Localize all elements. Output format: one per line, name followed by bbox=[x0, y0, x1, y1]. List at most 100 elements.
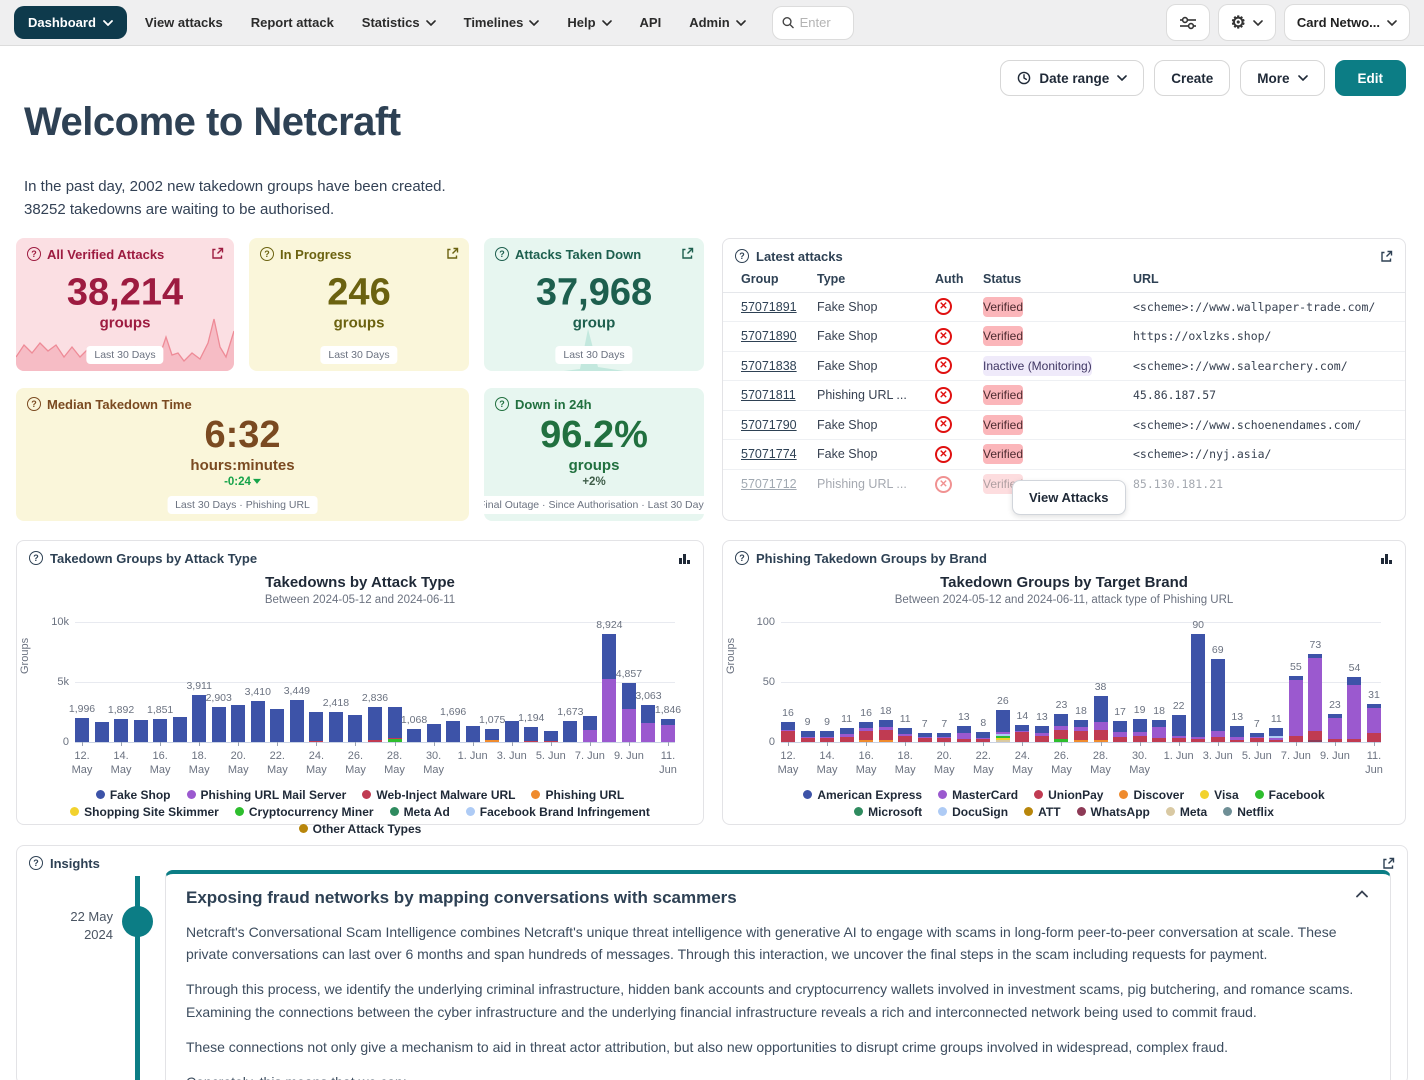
legend-item-fake-shop[interactable]: Fake Shop bbox=[96, 788, 171, 802]
chart-bar[interactable] bbox=[114, 622, 128, 742]
chart-bar[interactable] bbox=[290, 622, 304, 742]
chart-bar[interactable] bbox=[1015, 622, 1029, 742]
help-circle-icon[interactable]: ? bbox=[260, 247, 274, 261]
auth-denied-icon[interactable]: ✕ bbox=[935, 357, 952, 374]
chart-bar[interactable] bbox=[996, 622, 1010, 742]
legend-item-shopping-site-skimmer[interactable]: Shopping Site Skimmer bbox=[70, 805, 219, 819]
nav-item-api[interactable]: API bbox=[626, 6, 676, 39]
filters-button[interactable] bbox=[1166, 4, 1210, 41]
legend-item-phishing-url[interactable]: Phishing URL bbox=[531, 788, 624, 802]
legend-item-meta-ad[interactable]: Meta Ad bbox=[390, 805, 450, 819]
chart-bar[interactable] bbox=[446, 622, 460, 742]
nav-item-view-attacks[interactable]: View attacks bbox=[131, 6, 237, 39]
legend-item-netflix[interactable]: Netflix bbox=[1223, 805, 1274, 819]
chart-bar[interactable] bbox=[173, 622, 187, 742]
legend-item-phishing-url-mail-server[interactable]: Phishing URL Mail Server bbox=[187, 788, 347, 802]
attack-group-link[interactable]: 57071712 bbox=[741, 477, 817, 491]
chart-bar[interactable] bbox=[583, 622, 597, 742]
chart-bar[interactable] bbox=[602, 622, 616, 742]
external-link-icon[interactable] bbox=[446, 247, 459, 260]
help-circle-icon[interactable]: ? bbox=[495, 397, 509, 411]
chart-bar[interactable] bbox=[1347, 622, 1361, 742]
chart-bar[interactable] bbox=[622, 622, 636, 742]
attack-group-link[interactable]: 57071891 bbox=[741, 300, 817, 314]
legend-item-american-express[interactable]: American Express bbox=[803, 788, 922, 802]
chart-bar[interactable] bbox=[544, 622, 558, 742]
chart-bar[interactable] bbox=[95, 622, 109, 742]
auth-denied-icon[interactable]: ✕ bbox=[935, 328, 952, 345]
attack-group-link[interactable]: 57071890 bbox=[741, 329, 817, 343]
help-circle-icon[interactable]: ? bbox=[29, 551, 43, 565]
stat-card-expand[interactable] bbox=[211, 247, 224, 260]
help-circle-icon[interactable]: ? bbox=[27, 247, 41, 261]
chart-bar[interactable] bbox=[1133, 622, 1147, 742]
attack-group-link[interactable]: 57071838 bbox=[741, 359, 817, 373]
settings-button[interactable]: ⚙ bbox=[1218, 4, 1276, 41]
legend-item-facebook-brand-infringement[interactable]: Facebook Brand Infringement bbox=[466, 805, 650, 819]
chart-bar[interactable] bbox=[75, 622, 89, 742]
chart-bar[interactable] bbox=[427, 622, 441, 742]
legend-item-mastercard[interactable]: MasterCard bbox=[938, 788, 1018, 802]
view-attacks-button[interactable]: View Attacks bbox=[1012, 480, 1126, 515]
chart-bar[interactable] bbox=[1289, 622, 1303, 742]
legend-item-whatsapp[interactable]: WhatsApp bbox=[1077, 805, 1150, 819]
auth-denied-icon[interactable]: ✕ bbox=[935, 387, 952, 404]
help-circle-icon[interactable]: ? bbox=[735, 551, 749, 565]
chart-bar[interactable] bbox=[859, 622, 873, 742]
nav-item-help[interactable]: Help bbox=[553, 6, 625, 39]
chart-bar[interactable] bbox=[1328, 622, 1342, 742]
attack-group-link[interactable]: 57071811 bbox=[741, 388, 817, 402]
chart-bar[interactable] bbox=[1035, 622, 1049, 742]
stat-card-expand[interactable] bbox=[446, 247, 459, 260]
chart-bar[interactable] bbox=[1074, 622, 1088, 742]
search-input[interactable] bbox=[800, 15, 844, 30]
nav-dashboard-button[interactable]: Dashboard bbox=[14, 6, 127, 39]
chart-bar[interactable] bbox=[251, 622, 265, 742]
chart-bar[interactable] bbox=[505, 622, 519, 742]
chart-bar[interactable] bbox=[1054, 622, 1068, 742]
legend-item-facebook[interactable]: Facebook bbox=[1255, 788, 1325, 802]
nav-search-box[interactable] bbox=[772, 6, 854, 40]
bar-chart-icon[interactable] bbox=[1380, 552, 1393, 565]
chart-bar[interactable] bbox=[270, 622, 284, 742]
auth-denied-icon[interactable]: ✕ bbox=[935, 476, 952, 493]
chart-bar[interactable] bbox=[212, 622, 226, 742]
nav-item-timelines[interactable]: Timelines bbox=[450, 6, 554, 39]
chart-bar[interactable] bbox=[1230, 622, 1244, 742]
stat-card-expand[interactable] bbox=[681, 247, 694, 260]
chart-bar[interactable] bbox=[231, 622, 245, 742]
chart-bar[interactable] bbox=[641, 622, 655, 742]
chart-bar[interactable] bbox=[781, 622, 795, 742]
auth-denied-icon[interactable]: ✕ bbox=[935, 446, 952, 463]
help-circle-icon[interactable]: ? bbox=[495, 247, 509, 261]
attack-group-link[interactable]: 57071790 bbox=[741, 418, 817, 432]
chart-bar[interactable] bbox=[957, 622, 971, 742]
chart-bar[interactable] bbox=[1367, 622, 1381, 742]
more-button[interactable]: More bbox=[1240, 60, 1324, 96]
chart-bar[interactable] bbox=[466, 622, 480, 742]
help-circle-icon[interactable]: ? bbox=[735, 249, 749, 263]
legend-item-web-inject-malware-url[interactable]: Web-Inject Malware URL bbox=[362, 788, 515, 802]
legend-item-unionpay[interactable]: UnionPay bbox=[1034, 788, 1103, 802]
nav-item-report-attack[interactable]: Report attack bbox=[237, 6, 348, 39]
legend-item-discover[interactable]: Discover bbox=[1119, 788, 1184, 802]
chart-bar[interactable] bbox=[329, 622, 343, 742]
create-button[interactable]: Create bbox=[1154, 60, 1230, 96]
external-link-icon[interactable] bbox=[681, 247, 694, 260]
date-range-button[interactable]: Date range bbox=[1000, 60, 1144, 96]
chart-bar[interactable] bbox=[1152, 622, 1166, 742]
nav-item-statistics[interactable]: Statistics bbox=[348, 6, 450, 39]
legend-item-docusign[interactable]: DocuSign bbox=[938, 805, 1008, 819]
external-link-icon[interactable] bbox=[1380, 250, 1393, 263]
legend-item-other-attack-types[interactable]: Other Attack Types bbox=[299, 822, 422, 836]
legend-item-cryptocurrency-miner[interactable]: Cryptocurrency Miner bbox=[235, 805, 374, 819]
legend-item-meta[interactable]: Meta bbox=[1166, 805, 1207, 819]
auth-denied-icon[interactable]: ✕ bbox=[935, 298, 952, 315]
auth-denied-icon[interactable]: ✕ bbox=[935, 416, 952, 433]
chart-bar[interactable] bbox=[879, 622, 893, 742]
help-circle-icon[interactable]: ? bbox=[27, 397, 41, 411]
edit-button[interactable]: Edit bbox=[1335, 60, 1407, 96]
chart-bar[interactable] bbox=[1191, 622, 1205, 742]
chart-bar[interactable] bbox=[368, 622, 382, 742]
chart-bar[interactable] bbox=[1172, 622, 1186, 742]
